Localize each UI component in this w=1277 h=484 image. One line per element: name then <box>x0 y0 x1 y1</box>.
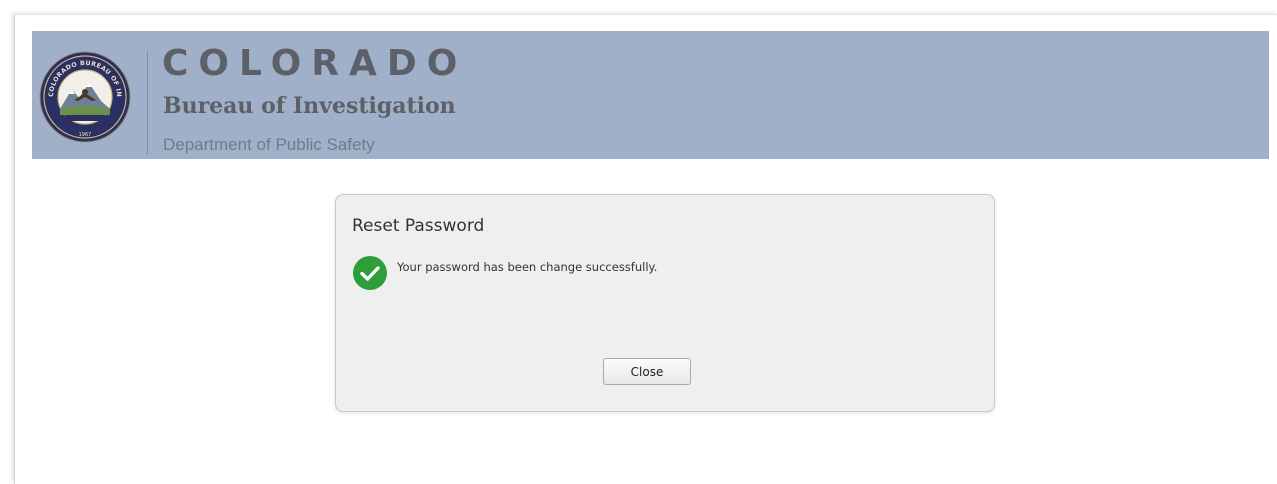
header-divider <box>147 51 148 155</box>
success-message: Your password has been change successful… <box>397 260 658 274</box>
close-button[interactable]: Close <box>603 358 691 385</box>
header-banner: COLORADO BUREAU OF INVESTIGATION 1967 CO… <box>32 31 1269 159</box>
cbi-seal-logo: COLORADO BUREAU OF INVESTIGATION 1967 <box>39 51 131 143</box>
check-circle-icon <box>353 256 387 290</box>
dialog-title: Reset Password <box>352 216 485 236</box>
reset-password-dialog: Reset Password Your password has been ch… <box>335 194 995 412</box>
agency-state-title: COLORADO <box>162 43 468 84</box>
department-name: Department of Public Safety <box>163 135 375 154</box>
seal-year: 1967 <box>79 132 92 138</box>
agency-name: Bureau of Investigation <box>163 93 456 119</box>
